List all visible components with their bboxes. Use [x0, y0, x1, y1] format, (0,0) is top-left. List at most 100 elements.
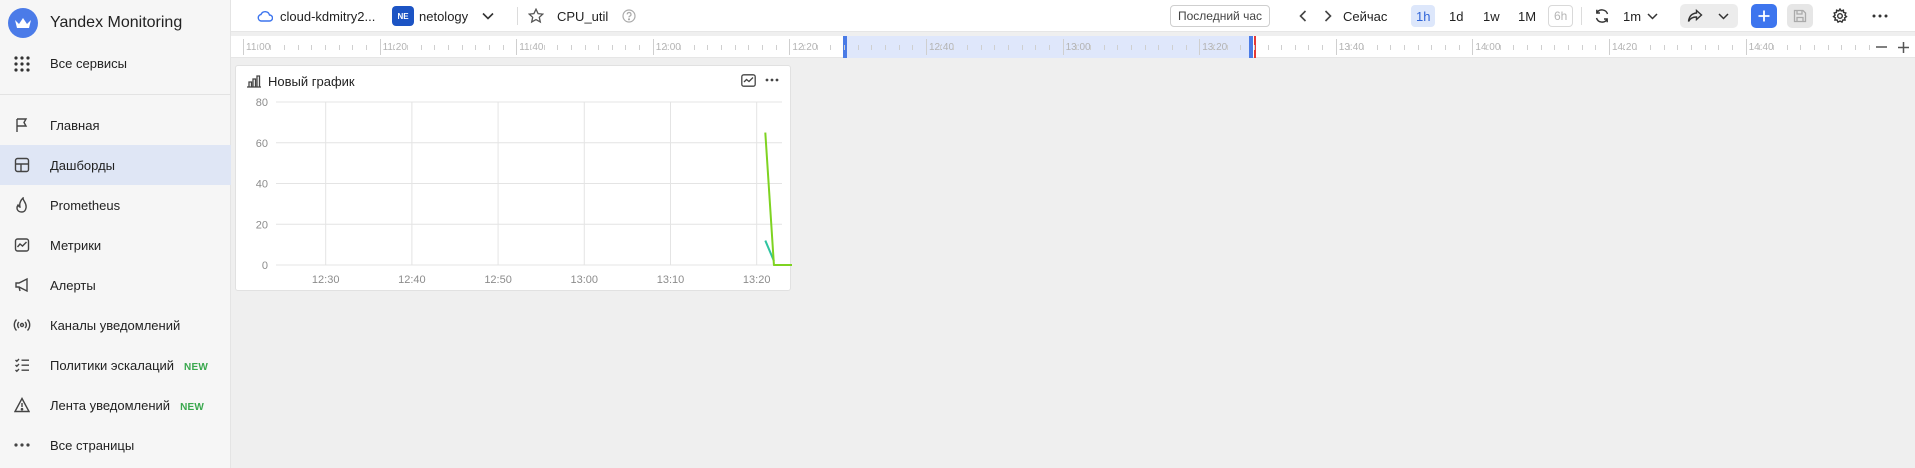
sidebar-item-label: Каналы уведомлений [50, 317, 181, 333]
timeline-label: 13:20 [1202, 42, 1228, 53]
time-range-button[interactable]: Последний час [1170, 5, 1271, 27]
all-services-button[interactable]: Все сервисы [0, 48, 231, 80]
sidebar-item-label: Все страницы [50, 437, 135, 453]
timeline-major-tick [1335, 39, 1337, 55]
refresh-button[interactable] [1590, 5, 1614, 27]
refresh-icon [1595, 9, 1609, 23]
next-period-button[interactable] [1316, 5, 1340, 27]
timeline-minor-tick [1253, 45, 1255, 50]
folder-avatar: NE [392, 6, 414, 26]
timeline-minor-tick [1185, 45, 1187, 50]
timeline-minor-tick [953, 45, 955, 50]
timeline-major-tick [1472, 39, 1474, 55]
timeline-minor-tick [666, 45, 668, 50]
folder-name: netology [419, 8, 469, 24]
timeline-minor-tick [1103, 45, 1105, 50]
timeline-minor-tick [1404, 45, 1406, 50]
timeline-minor-tick [1663, 45, 1665, 50]
timeline-minor-tick [1363, 45, 1365, 50]
sidebar-item-notification-channels[interactable]: Каналы уведомлений [0, 305, 231, 345]
sidebar-item-label: Политики эскалаций NEW [50, 358, 208, 373]
timeline-minor-tick [1308, 45, 1310, 50]
brand[interactable]: Yandex Monitoring [0, 0, 231, 46]
crown-logo-icon [8, 8, 38, 38]
timeline-minor-tick [557, 45, 559, 50]
sidebar-item-alerts[interactable]: Алерты [0, 265, 231, 305]
all-services-label: Все сервисы [50, 56, 127, 71]
timeline-minor-tick [721, 45, 723, 50]
timeline-label: 14:20 [1612, 42, 1638, 53]
timeline-minor-tick [775, 45, 777, 50]
timeline-minor-tick [1595, 45, 1597, 50]
sidebar-item-notification-feed[interactable]: Лента уведомлений NEW [0, 385, 231, 425]
timeline-minor-tick [461, 45, 463, 50]
timeline-minor-tick [1281, 45, 1283, 50]
period-6h[interactable]: 6h [1548, 5, 1574, 27]
timeline-navigator[interactable]: 11:00 11:20 11:40 12:00 12:20 12:40 13:00 13:20… [231, 36, 1915, 58]
timeline-minor-tick [1035, 45, 1037, 50]
prev-period-button[interactable] [1291, 5, 1315, 27]
sidebar-item-prometheus[interactable]: Prometheus [0, 185, 231, 225]
timeline-label: 13:40 [1338, 42, 1364, 53]
timeline-zoom-out-button[interactable] [1869, 36, 1893, 58]
sidebar-item-label: Лента уведомлений NEW [50, 398, 204, 413]
timeline-minor-tick [1704, 45, 1706, 50]
plus-icon [1897, 41, 1909, 53]
timeline-minor-tick [748, 45, 750, 50]
timeline-minor-tick [1677, 45, 1679, 50]
timeline-minor-tick [1390, 45, 1392, 50]
add-widget-button[interactable] [1751, 4, 1777, 28]
settings-button[interactable] [1828, 5, 1852, 27]
timeline-minor-tick [803, 45, 805, 50]
period-1M[interactable]: 1M [1513, 5, 1541, 27]
period-1h[interactable]: 1h [1411, 5, 1436, 27]
period-1d[interactable]: 1d [1444, 5, 1468, 27]
sidebar-item-dashboards[interactable]: Дашборды [0, 145, 231, 185]
cloud-selector[interactable]: cloud-kdmitry2... [257, 0, 375, 32]
topbar-divider [517, 7, 518, 25]
timeline-zoom-in-button[interactable] [1891, 36, 1915, 58]
sidebar-item-metrics[interactable]: Метрики [0, 225, 231, 265]
timeline-minor-tick [1800, 45, 1802, 50]
timeline-major-tick [789, 39, 791, 55]
metrics-chart-icon [12, 235, 32, 255]
timeline-minor-tick [1431, 45, 1433, 50]
refresh-interval-select[interactable]: 1m [1623, 0, 1658, 32]
x-tick-label: 13:20 [743, 274, 771, 286]
chart-widget: Новый график 0 20 40 60 80 12:30 12:40 12:50 13:… [235, 65, 792, 292]
line-chart[interactable]: 0 20 40 60 80 12:30 12:40 12:50 13:00 13:10 13:20 [236, 66, 792, 292]
sidebar-item-escalation-policies[interactable]: Политики эскалаций NEW [0, 345, 231, 385]
more-dots-icon [12, 435, 32, 455]
share-menu-button[interactable] [1711, 5, 1735, 27]
timeline-label: 11:00 [246, 42, 271, 53]
sidebar-item-all-pages[interactable]: Все страницы [0, 425, 231, 465]
sidebar-divider [0, 94, 231, 95]
timeline-minor-tick [311, 45, 313, 50]
period-1w[interactable]: 1w [1478, 5, 1505, 27]
y-tick-label: 0 [262, 260, 268, 272]
folder-selector[interactable]: NE netology [392, 0, 494, 32]
more-actions-button[interactable] [1868, 5, 1892, 27]
timeline-minor-tick [1048, 45, 1050, 50]
timeline-handle-right[interactable] [1249, 36, 1253, 58]
timeline-major-tick [516, 39, 518, 55]
timeline-minor-tick [680, 45, 682, 50]
timeline-minor-tick [1089, 45, 1091, 50]
favorite-star-button[interactable] [528, 0, 544, 32]
timeline-minor-tick [447, 45, 449, 50]
timeline-minor-tick [1376, 45, 1378, 50]
timeline-minor-tick [283, 45, 285, 50]
timeline-label: 14:40 [1748, 42, 1774, 53]
save-button[interactable] [1787, 4, 1813, 28]
timeline-minor-tick [693, 45, 695, 50]
now-button[interactable]: Сейчас [1338, 5, 1392, 27]
timeline-minor-tick [1568, 45, 1570, 50]
timeline-minor-tick [1786, 45, 1788, 50]
dashboard-title: CPU_util [557, 8, 609, 24]
sidebar-item-home[interactable]: Главная [0, 105, 231, 145]
timeline-minor-tick [352, 45, 354, 50]
share-button[interactable] [1683, 5, 1707, 27]
x-tick-label: 13:10 [657, 274, 685, 286]
timeline-minor-tick [1076, 45, 1078, 50]
help-icon[interactable] [622, 9, 636, 23]
